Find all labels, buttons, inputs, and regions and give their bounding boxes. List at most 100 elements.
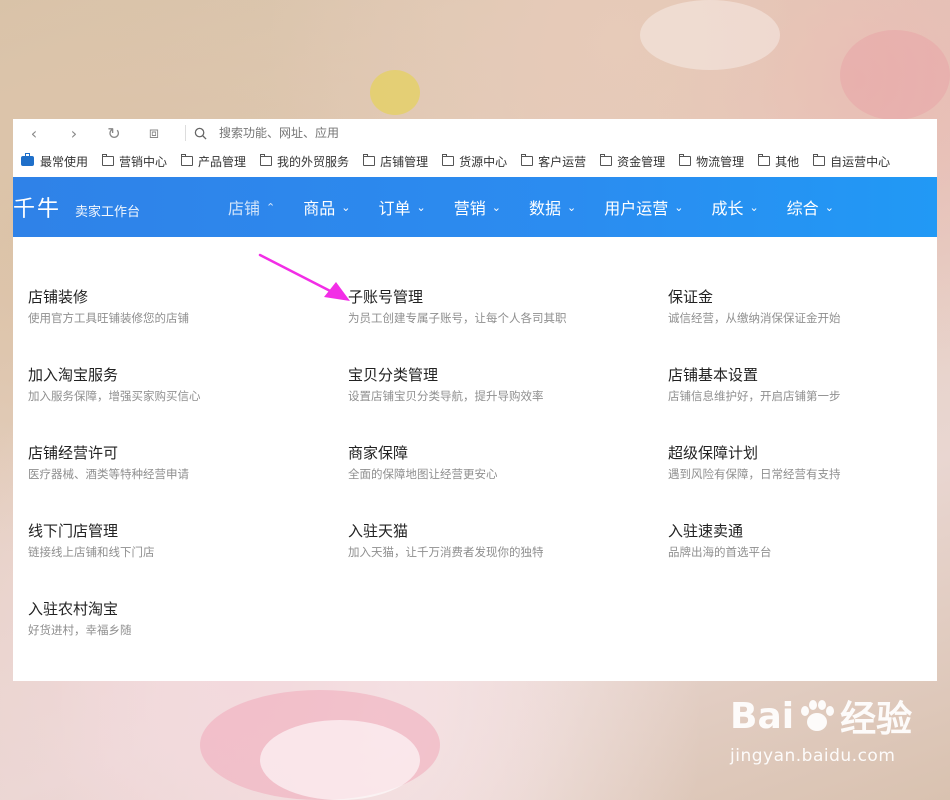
- menu-item-user-ops[interactable]: 用户运营 ⌄: [604, 195, 683, 219]
- entry-rural-taobao[interactable]: 入驻农村淘宝 好货进村，幸福乡随: [28, 599, 328, 638]
- entry-join-aliexpress[interactable]: 入驻速卖通 品牌出海的首选平台: [668, 521, 937, 560]
- menu-label: 成长: [711, 199, 744, 218]
- entry-title: 店铺经营许可: [28, 444, 119, 462]
- folder-icon: [813, 154, 826, 166]
- reload-button[interactable]: ↻: [101, 122, 127, 144]
- back-button[interactable]: ‹: [21, 122, 47, 144]
- entry-title: 加入淘宝服务: [28, 366, 119, 384]
- menu-item-data[interactable]: 数据 ⌄: [529, 195, 576, 219]
- entry-description: 设置店铺宝贝分类导航，提升导购效率: [348, 389, 544, 403]
- entry-description: 为员工创建专属子账号，让每个人各司其职: [348, 311, 567, 325]
- paw-icon: [801, 700, 835, 731]
- screenshot-button[interactable]: ⧈: [141, 122, 167, 144]
- entry-category-management[interactable]: 宝贝分类管理 设置店铺宝贝分类导航，提升导购效率: [348, 365, 648, 404]
- entry-title: 入驻农村淘宝: [28, 600, 119, 618]
- entry-join-tmall[interactable]: 入驻天猫 加入天猫，让千万消费者发现你的独特: [348, 521, 648, 560]
- menu-label: 综合: [786, 199, 819, 218]
- bookmarks-bar: 最常使用 营销中心 产品管理 我的外贸服务 店铺管理 货源中心 客户运营 资金管…: [13, 147, 937, 175]
- entry-title: 子账号管理: [348, 288, 424, 306]
- bookmark-label: 店铺管理: [380, 154, 429, 169]
- entry-description: 店铺信息维护好，开启店铺第一步: [668, 389, 841, 403]
- annotation-arrow: [258, 253, 350, 301]
- chevron-down-icon: ⌄: [674, 200, 684, 214]
- menu-label: 订单: [378, 199, 411, 218]
- bookmark-folder[interactable]: 店铺管理: [363, 153, 428, 170]
- bookmark-frequent[interactable]: 最常使用: [21, 153, 88, 170]
- menu-label: 营销: [453, 199, 486, 218]
- menu-item-marketing[interactable]: 营销 ⌄: [454, 195, 501, 219]
- menu-label: 用户运营: [604, 199, 669, 218]
- bookmark-folder[interactable]: 其他: [758, 153, 799, 170]
- menu-item-growth[interactable]: 成长 ⌄: [711, 195, 758, 219]
- brand-logo: 千牛: [13, 197, 62, 222]
- entry-offline-store[interactable]: 线下门店管理 链接线上店铺和线下门店: [28, 521, 328, 560]
- bookmark-folder[interactable]: 自运营中心: [813, 153, 890, 170]
- entry-title: 线下门店管理: [28, 522, 119, 540]
- entry-super-protection[interactable]: 超级保障计划 遇到风险有保障，日常经营有支持: [668, 443, 937, 482]
- folder-icon: [363, 154, 376, 166]
- forward-button[interactable]: ›: [61, 122, 87, 144]
- reload-icon: ↻: [107, 123, 121, 143]
- entry-description: 加入天猫，让千万消费者发现你的独特: [348, 545, 544, 559]
- search-box[interactable]: [194, 125, 521, 141]
- briefcase-icon: [21, 153, 34, 166]
- entry-business-license[interactable]: 店铺经营许可 医疗器械、酒类等特种经营申请: [28, 443, 328, 482]
- entry-title: 保证金: [668, 288, 714, 306]
- menu-item-shop[interactable]: 店铺 ⌃: [228, 195, 275, 219]
- menu-item-orders[interactable]: 订单 ⌄: [379, 195, 426, 219]
- entry-title: 店铺基本设置: [668, 366, 759, 384]
- blossom-decoration: [370, 70, 420, 115]
- menu-label: 店铺: [228, 199, 261, 218]
- folder-icon: [600, 154, 613, 166]
- bookmark-folder[interactable]: 营销中心: [102, 153, 167, 170]
- entry-merchant-protection[interactable]: 商家保障 全面的保障地图让经营更安心: [348, 443, 648, 482]
- brand-subtitle: 卖家工作台: [75, 204, 141, 220]
- folder-icon: [442, 154, 455, 166]
- menu-item-goods[interactable]: 商品 ⌄: [303, 195, 350, 219]
- watermark-url: jingyan.baidu.com: [730, 746, 896, 766]
- chevron-down-icon: ⌄: [416, 200, 426, 214]
- entry-taobao-service[interactable]: 加入淘宝服务 加入服务保障，增强买家购买信心: [28, 365, 328, 404]
- chevron-down-icon: ⌄: [341, 200, 351, 214]
- entry-title: 商家保障: [348, 444, 409, 462]
- entry-description: 使用官方工具旺铺装修您的店铺: [28, 311, 189, 325]
- folder-icon: [181, 154, 194, 166]
- entry-basic-settings[interactable]: 店铺基本设置 店铺信息维护好，开启店铺第一步: [668, 365, 937, 404]
- blossom-decoration: [260, 720, 420, 800]
- bookmark-label: 自运营中心: [830, 154, 891, 169]
- bookmark-folder[interactable]: 我的外贸服务: [260, 153, 349, 170]
- search-input[interactable]: [207, 125, 521, 141]
- folder-icon: [679, 154, 692, 166]
- bookmark-folder[interactable]: 货源中心: [442, 153, 507, 170]
- bookmark-folder[interactable]: 物流管理: [679, 153, 744, 170]
- folder-icon: [102, 154, 115, 166]
- watermark-logo: Bai 经验: [730, 690, 940, 742]
- bookmark-label: 客户运营: [538, 154, 587, 169]
- entry-description: 遇到风险有保障，日常经营有支持: [668, 467, 841, 481]
- folder-icon: [521, 154, 534, 166]
- folder-icon: [758, 154, 771, 166]
- bookmark-folder[interactable]: 客户运营: [521, 153, 586, 170]
- menu-item-general[interactable]: 综合 ⌄: [787, 195, 834, 219]
- bookmark-folder[interactable]: 资金管理: [600, 153, 665, 170]
- bookmark-label: 最常使用: [40, 154, 89, 169]
- chevron-down-icon: ⌄: [824, 200, 834, 214]
- bookmark-label: 其他: [775, 154, 800, 169]
- bookmark-label: 我的外贸服务: [277, 154, 350, 169]
- bookmark-label: 产品管理: [198, 154, 247, 169]
- baidu-jingyan-watermark: Bai 经验 jingyan.baidu.com: [730, 690, 940, 790]
- toolbar-divider: [185, 125, 186, 141]
- bookmark-label: 资金管理: [617, 154, 666, 169]
- bookmark-folder[interactable]: 产品管理: [181, 153, 246, 170]
- entry-title: 超级保障计划: [668, 444, 759, 462]
- entry-deposit[interactable]: 保证金 诚信经营，从缴纳消保保证金开始: [668, 287, 937, 326]
- watermark-jingyan: 经验: [840, 699, 913, 740]
- entry-title: 入驻速卖通: [668, 522, 744, 540]
- chevron-down-icon: ⌄: [491, 200, 501, 214]
- entry-description: 诚信经营，从缴纳消保保证金开始: [668, 311, 841, 325]
- top-navbar: 千牛 卖家工作台 店铺 ⌃ 商品 ⌄ 订单 ⌄ 营销 ⌄ 数据 ⌄ 用户运营 ⌄ 成长 ⌄ 综…: [13, 177, 937, 237]
- entry-sub-account[interactable]: 子账号管理 为员工创建专属子账号，让每个人各司其职: [348, 287, 648, 326]
- frame-icon: ⧈: [148, 123, 160, 142]
- browser-toolbar: ‹ › ↻ ⧈: [13, 119, 937, 147]
- entry-title: 入驻天猫: [348, 522, 409, 540]
